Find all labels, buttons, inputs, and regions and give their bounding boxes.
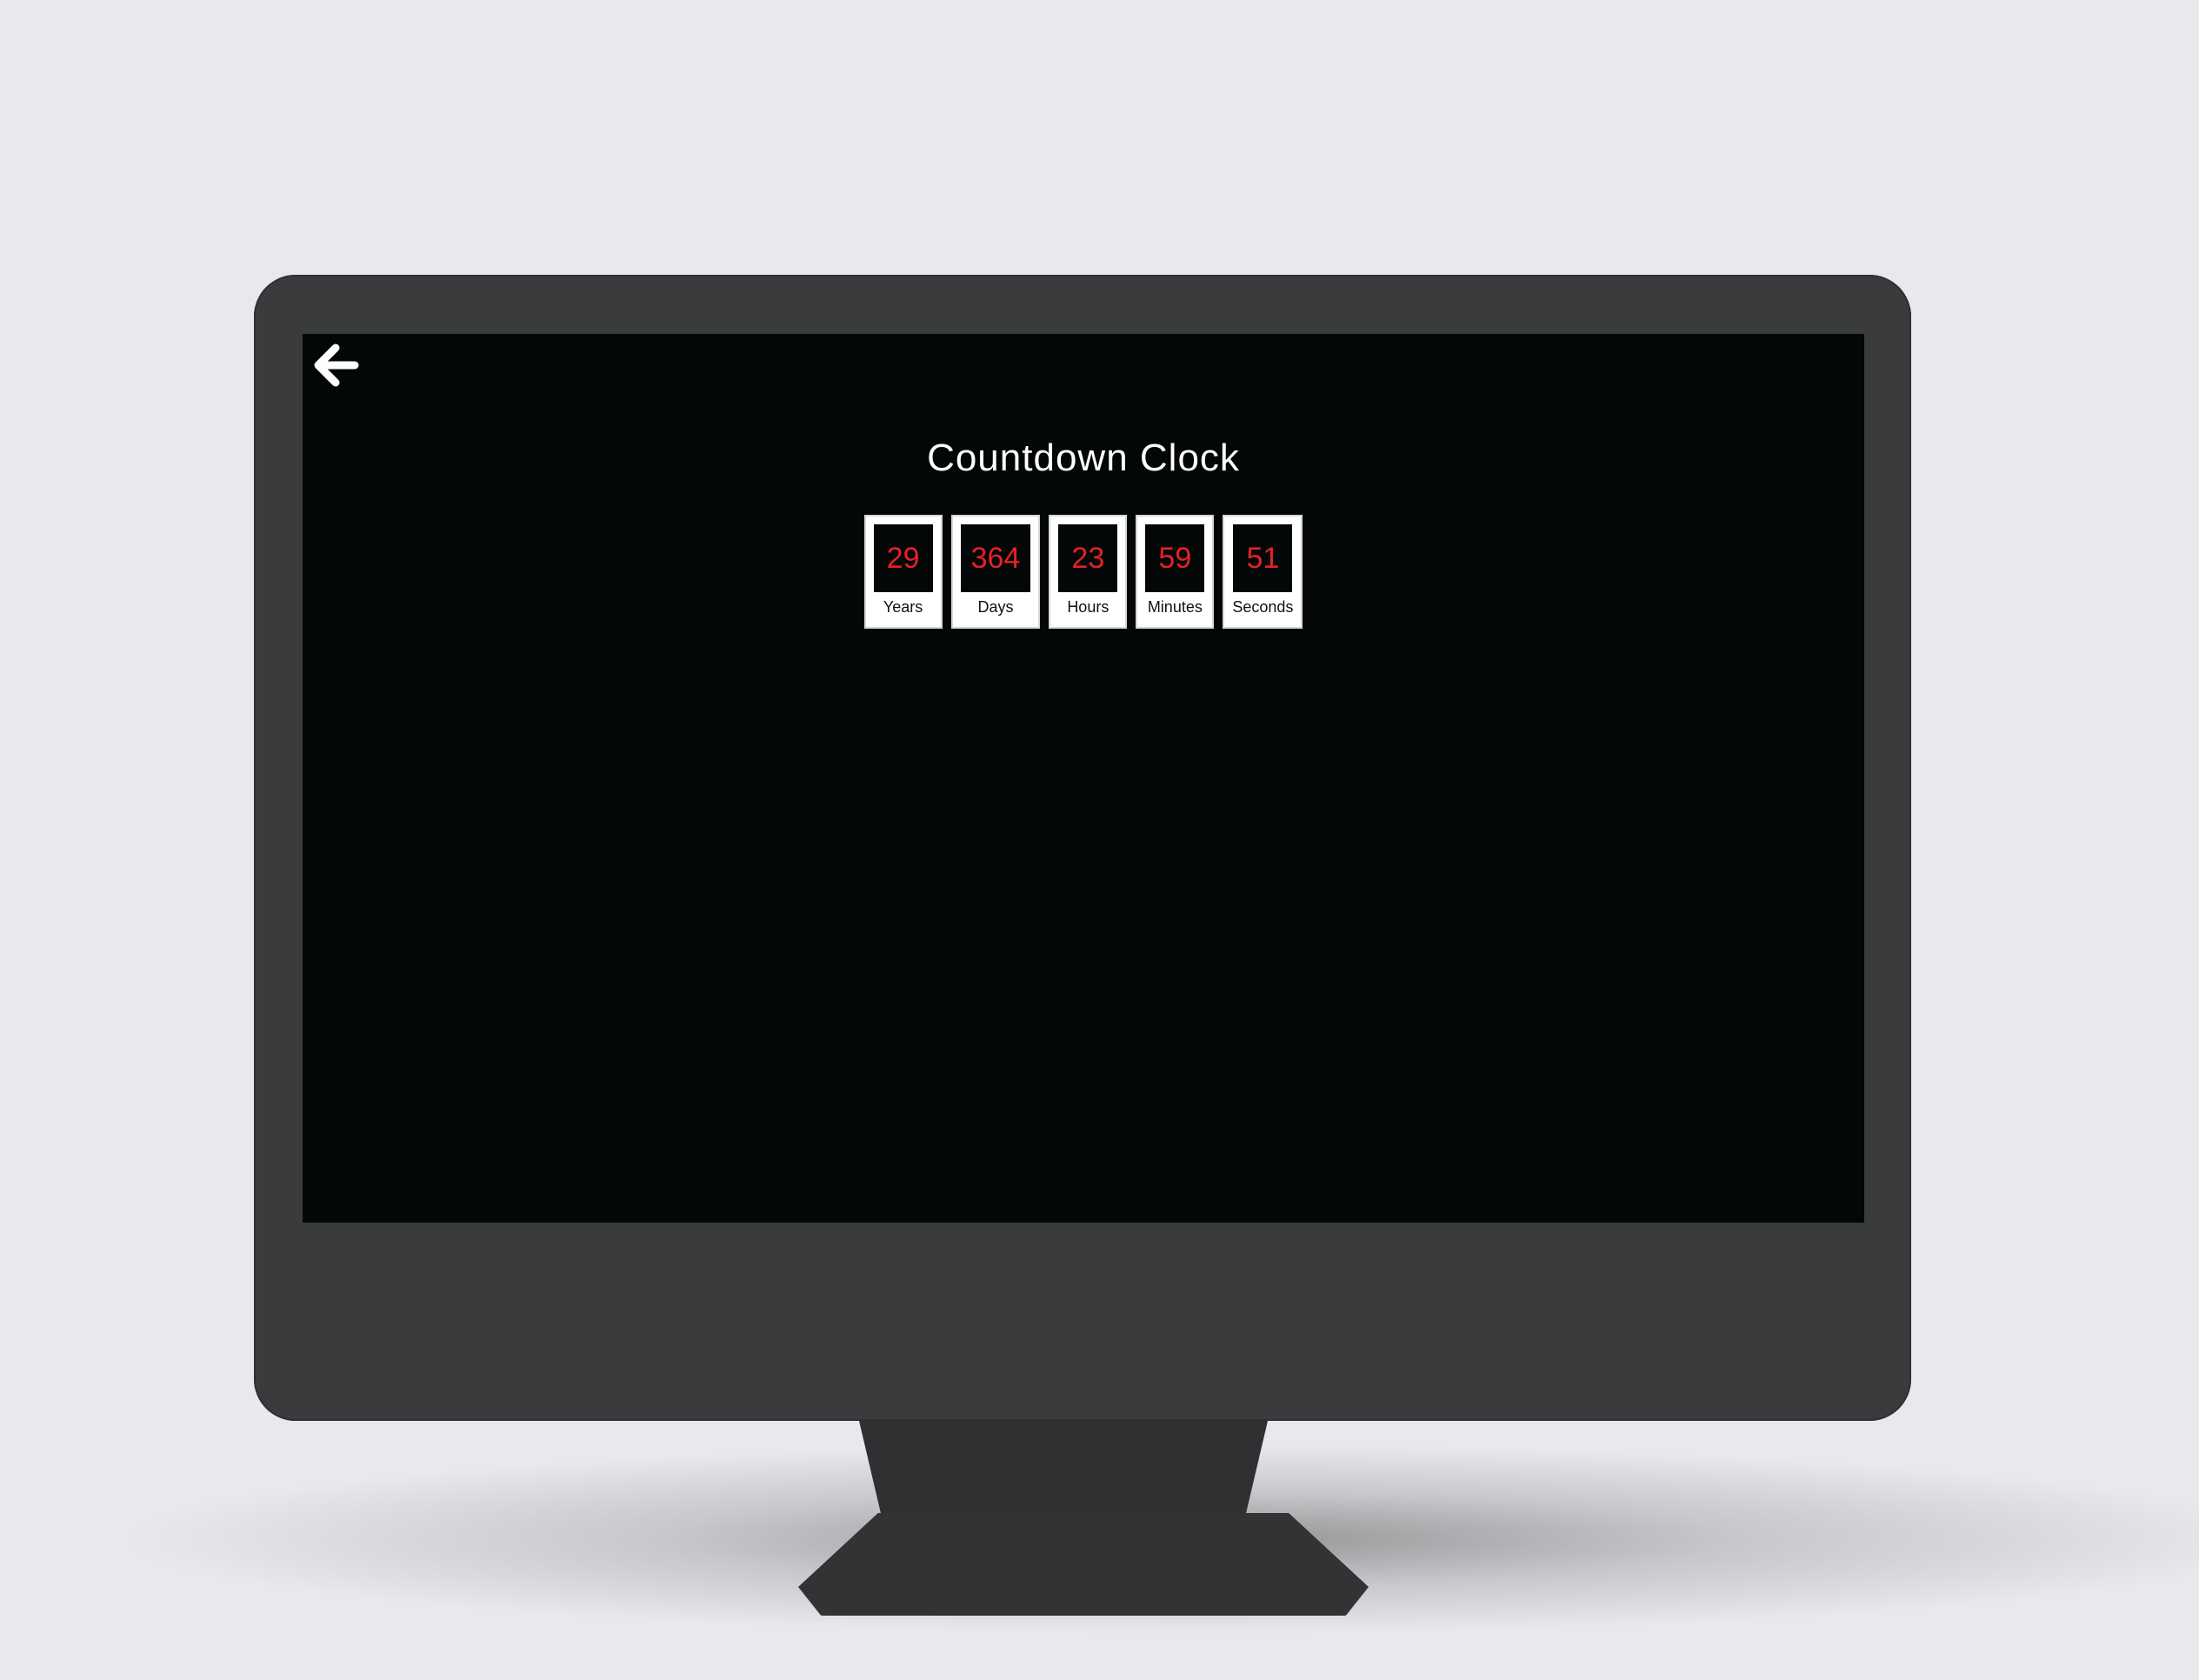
countdown-unit-days: Days xyxy=(977,598,1014,616)
countdown-card-minutes: 59 Minutes xyxy=(1136,515,1215,629)
countdown-value-seconds: 51 xyxy=(1233,524,1293,592)
countdown-unit-minutes: Minutes xyxy=(1147,598,1203,616)
page-title: Countdown Clock xyxy=(927,437,1240,479)
monitor-stand-base xyxy=(798,1513,1369,1616)
countdown-value-days: 364 xyxy=(960,524,1031,592)
countdown-value-years: 29 xyxy=(873,524,933,592)
countdown-card-years: 29 Years xyxy=(863,515,943,629)
countdown-clock: 29 Years 364 Days 23 Hours 59 Minutes 51… xyxy=(303,515,1864,629)
stage: Countdown Clock 29 Years 364 Days 23 Hou… xyxy=(0,0,2199,1680)
countdown-value-minutes: 59 xyxy=(1145,524,1205,592)
countdown-unit-seconds: Seconds xyxy=(1232,598,1294,616)
countdown-card-hours: 23 Hours xyxy=(1049,515,1128,629)
countdown-unit-hours: Hours xyxy=(1067,598,1109,616)
back-button[interactable] xyxy=(311,341,360,390)
countdown-value-hours: 23 xyxy=(1058,524,1118,592)
monitor-stand-neck xyxy=(859,1421,1268,1525)
countdown-unit-years: Years xyxy=(883,598,923,616)
countdown-card-seconds: 51 Seconds xyxy=(1223,515,1303,629)
countdown-card-days: 364 Days xyxy=(950,515,1041,629)
monitor-screen: Countdown Clock 29 Years 364 Days 23 Hou… xyxy=(303,334,1864,1223)
arrow-left-icon xyxy=(314,343,359,387)
